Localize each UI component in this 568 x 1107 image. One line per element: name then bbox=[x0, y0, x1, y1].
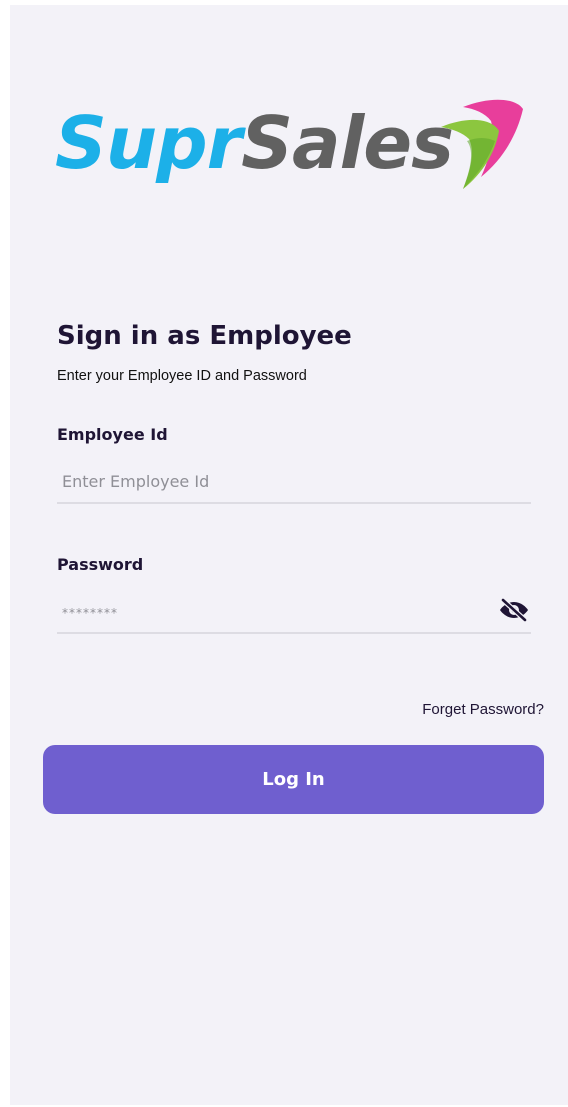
login-screen: SuprSales Sign in as Employee Enter your… bbox=[10, 5, 568, 1105]
eye-off-icon bbox=[500, 598, 528, 622]
forget-password-link[interactable]: Forget Password? bbox=[422, 701, 544, 718]
logo-wordmark: SuprSales bbox=[55, 107, 454, 179]
employee-id-input[interactable] bbox=[57, 460, 531, 504]
logo-text-sales: Sales bbox=[241, 101, 454, 185]
login-button[interactable]: Log In bbox=[43, 745, 544, 814]
brand-logo: SuprSales bbox=[55, 97, 525, 207]
employee-id-label: Employee Id bbox=[57, 425, 168, 444]
page-title: Sign in as Employee bbox=[57, 321, 352, 351]
password-label: Password bbox=[57, 555, 144, 574]
logo-text-supr: Supr bbox=[55, 101, 242, 185]
logo-swoosh-icon bbox=[441, 99, 523, 189]
toggle-password-visibility-button[interactable] bbox=[496, 595, 532, 625]
page-subtitle: Enter your Employee ID and Password bbox=[57, 368, 307, 384]
password-input[interactable] bbox=[57, 590, 531, 634]
